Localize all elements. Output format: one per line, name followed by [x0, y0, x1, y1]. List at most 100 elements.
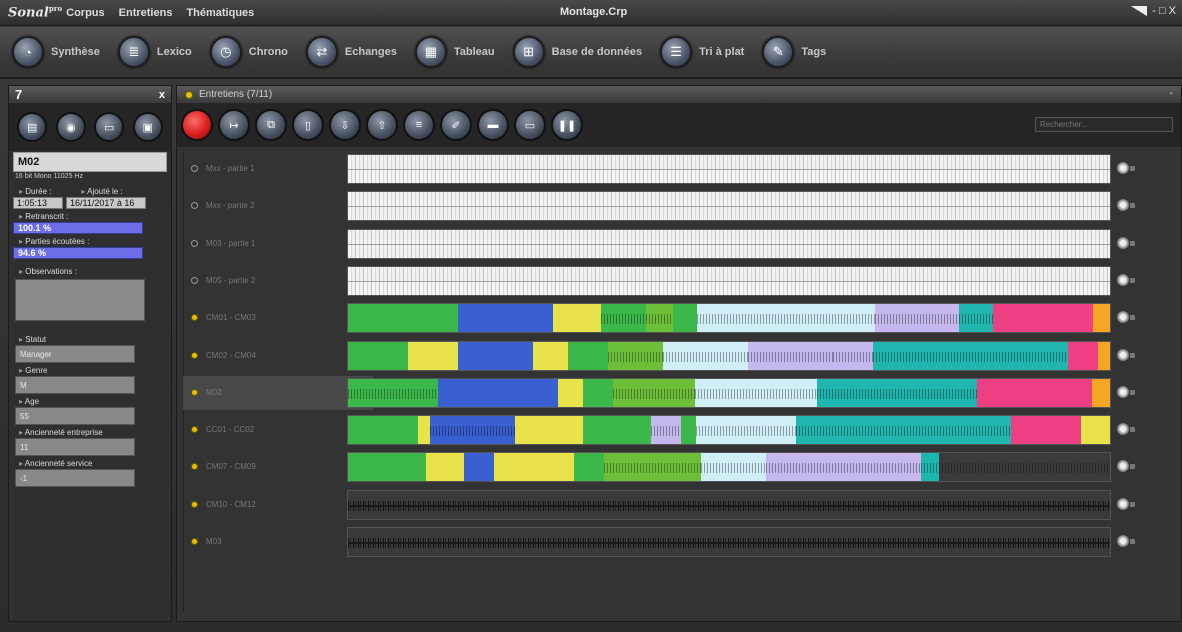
track-row[interactable]: CM07 - CM09 [177, 450, 1181, 484]
move-down-icon[interactable]: ⇩ [329, 109, 361, 141]
thematic-segment[interactable] [695, 378, 817, 407]
thematic-segment[interactable] [604, 453, 701, 482]
minimize-icon[interactable]: - [1170, 88, 1173, 99]
thematic-segment[interactable] [796, 416, 1011, 445]
menu-corpus[interactable]: Corpus [66, 7, 105, 19]
thematic-segment[interactable] [663, 341, 748, 370]
thematic-segment[interactable] [494, 453, 574, 482]
synthese-button[interactable]: ◔ Synthèse [12, 36, 100, 68]
visibility-icon[interactable] [1117, 273, 1129, 286]
visibility-icon[interactable] [1117, 199, 1129, 212]
thematic-segment[interactable] [574, 453, 604, 482]
thematic-segment[interactable] [1011, 416, 1081, 445]
thematic-segment[interactable] [613, 378, 695, 407]
chrono-button[interactable]: ◷ Chrono [209, 36, 288, 68]
track-row[interactable]: M03 - partie 1 [177, 227, 1181, 261]
thematic-segment[interactable] [697, 304, 875, 333]
visibility-icon[interactable] [1117, 348, 1129, 361]
thematic-segment[interactable] [817, 378, 977, 407]
track-options-icon[interactable] [1130, 539, 1135, 544]
thematic-segment[interactable] [583, 416, 651, 445]
track-options-icon[interactable] [1130, 277, 1135, 283]
tags-button[interactable]: ✎ Tags [762, 36, 826, 68]
tableau-button[interactable]: ▦ Tableau [414, 36, 495, 68]
pause-icon[interactable]: ❚❚ [551, 109, 583, 141]
echanges-button[interactable]: ⇄ Echanges [305, 36, 397, 68]
visibility-icon[interactable] [1117, 423, 1129, 436]
record-button[interactable] [181, 109, 213, 141]
track-waveform[interactable] [347, 452, 1111, 483]
thematic-segment[interactable] [418, 416, 430, 445]
import-icon[interactable]: ↦ [218, 109, 250, 141]
thematic-segment[interactable] [426, 453, 464, 482]
track-row[interactable]: CM02 - CM04 [177, 339, 1181, 373]
visibility-icon[interactable] [1117, 385, 1129, 398]
thematic-segment[interactable] [959, 304, 993, 333]
menu-entretiens[interactable]: Entretiens [119, 7, 173, 19]
thematic-segment[interactable] [601, 304, 646, 333]
thematic-segment[interactable] [558, 378, 583, 407]
thematic-segment[interactable] [1093, 304, 1110, 333]
thematic-segment[interactable] [696, 416, 796, 445]
folder-icon[interactable]: ▬ [477, 109, 509, 141]
thematic-segment[interactable] [430, 416, 515, 445]
track-options-icon[interactable] [1130, 501, 1135, 507]
thematic-segment[interactable] [348, 304, 458, 333]
track-options-icon[interactable] [1130, 427, 1135, 433]
thematic-segment[interactable] [977, 378, 1092, 407]
interview-code[interactable]: M02 [13, 152, 167, 172]
thematic-segment[interactable] [701, 453, 766, 482]
track-row[interactable]: M03 [177, 525, 1181, 559]
track-waveform[interactable] [347, 377, 1111, 408]
thematic-segment[interactable] [553, 304, 601, 333]
anciennete-service-field[interactable]: -1 [15, 469, 135, 487]
close-icon[interactable]: x [159, 89, 165, 101]
visibility-icon[interactable] [1117, 236, 1129, 249]
document-icon[interactable]: ▤ [17, 112, 48, 142]
thematic-segment[interactable] [408, 341, 458, 370]
thematic-segment[interactable] [438, 378, 558, 407]
observations-field[interactable] [15, 279, 145, 321]
track-waveform[interactable] [347, 265, 1111, 296]
visibility-icon[interactable] [1117, 311, 1129, 324]
track-row[interactable]: CC01 - CC02 [177, 413, 1181, 447]
thematic-segment[interactable] [348, 453, 426, 482]
thematic-segment[interactable] [673, 304, 697, 333]
track-waveform[interactable] [347, 415, 1111, 446]
track-options-icon[interactable] [1130, 315, 1135, 321]
thematic-segment[interactable] [833, 341, 873, 370]
statut-field[interactable]: Manager [15, 345, 135, 363]
move-up-icon[interactable]: ⇧ [366, 109, 398, 141]
thematic-segment[interactable] [993, 304, 1093, 333]
thematic-segment[interactable] [651, 416, 681, 445]
thematic-segment[interactable] [646, 304, 673, 333]
thematic-segment[interactable] [939, 453, 1110, 482]
thematic-segment[interactable] [348, 416, 418, 445]
transcript-icon[interactable]: ▭ [94, 112, 125, 142]
window-buttons[interactable]: - □ X [1152, 5, 1176, 17]
thematic-segment[interactable] [458, 341, 533, 370]
track-waveform[interactable] [347, 527, 1111, 557]
track-options-icon[interactable] [1130, 166, 1135, 171]
track-waveform[interactable] [347, 228, 1111, 259]
visibility-icon[interactable] [1117, 460, 1129, 473]
thematic-segment[interactable] [533, 341, 568, 370]
thematic-segment[interactable] [608, 341, 663, 370]
track-row[interactable]: Mxx - partie 2 [177, 189, 1181, 223]
thematic-segment[interactable] [766, 453, 921, 482]
thematic-segment[interactable] [681, 416, 696, 445]
anciennete-entreprise-field[interactable]: 11 [15, 438, 135, 456]
visibility-icon[interactable] [1117, 535, 1129, 547]
thematic-segment[interactable] [1092, 378, 1110, 407]
track-options-icon[interactable] [1130, 203, 1135, 209]
tri-a-plat-button[interactable]: ☰ Tri à plat [660, 36, 744, 68]
track-waveform[interactable] [347, 489, 1111, 520]
search-input[interactable] [1035, 117, 1173, 132]
thematic-segment[interactable] [515, 416, 583, 445]
thematic-segment[interactable] [464, 453, 494, 482]
visibility-icon[interactable] [1117, 497, 1129, 510]
thematic-segment[interactable] [348, 378, 438, 407]
disc-icon[interactable]: ◉ [55, 112, 86, 142]
thematic-segment[interactable] [875, 304, 959, 333]
track-waveform[interactable] [347, 154, 1111, 184]
